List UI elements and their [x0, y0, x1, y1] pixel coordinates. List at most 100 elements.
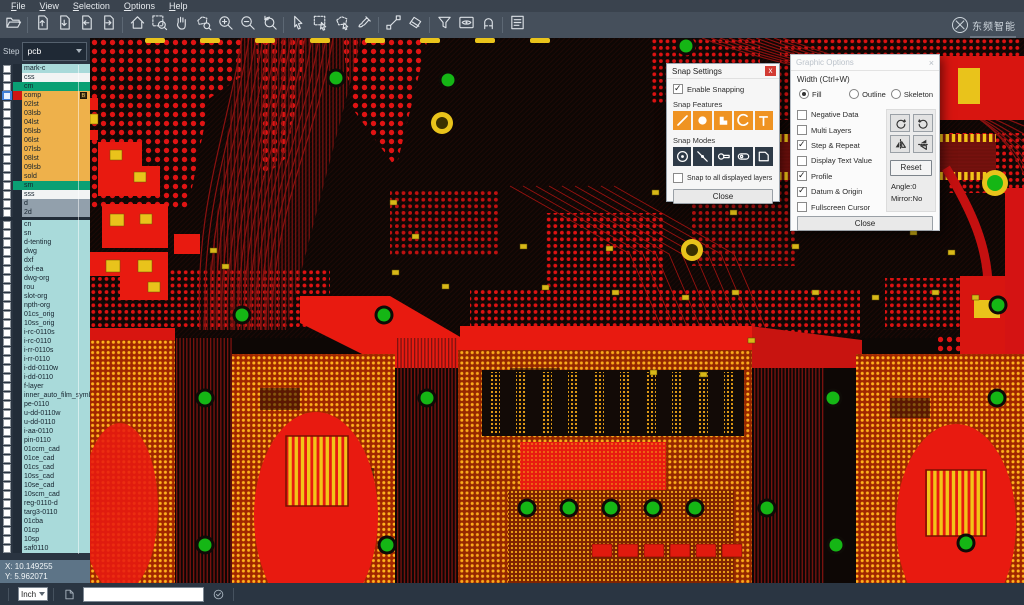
layer-row-i-rr-0110s[interactable]: i-rr-0110s: [0, 346, 90, 355]
option-step-repeat[interactable]: Step & Repeat: [797, 138, 885, 153]
snap-magnet-button[interactable]: [477, 14, 499, 36]
unit-select[interactable]: Inch: [18, 587, 48, 601]
layer-row-i-dd-0110w[interactable]: i-dd-0110w: [0, 364, 90, 373]
layer-row-08lst[interactable]: 08lst: [0, 154, 90, 163]
layer-color-swatch[interactable]: [13, 310, 22, 319]
measure-line-button[interactable]: [382, 14, 404, 36]
menu-selection[interactable]: Selection: [73, 0, 110, 12]
open-folder-button[interactable]: [2, 14, 24, 36]
radio-icon[interactable]: [849, 89, 859, 99]
layer-name[interactable]: i-dd-0110w: [22, 364, 90, 373]
layer-color-swatch[interactable]: [13, 208, 22, 217]
layer-color-swatch[interactable]: [13, 535, 22, 544]
layer-name[interactable]: 2d: [22, 208, 90, 217]
layer-color-swatch[interactable]: [13, 301, 22, 310]
layer-checkbox[interactable]: [3, 191, 11, 199]
zoom-in-button[interactable]: [214, 14, 236, 36]
layer-color-swatch[interactable]: [13, 355, 22, 364]
layer-row-10sp[interactable]: 10sp: [0, 535, 90, 544]
layer-checkbox[interactable]: [3, 239, 11, 247]
layer-color-swatch[interactable]: [13, 238, 22, 247]
doc-arrow-down-button[interactable]: [53, 14, 75, 36]
layer-checkbox[interactable]: [3, 155, 11, 163]
layer-row-sss[interactable]: sss: [0, 190, 90, 199]
brush-button[interactable]: [353, 14, 375, 36]
layer-name[interactable]: rou: [22, 283, 90, 292]
layer-name[interactable]: i-aa-0110: [22, 427, 90, 436]
layer-row-i-rc-0110[interactable]: i-rc-0110: [0, 337, 90, 346]
layer-row-u-dd-0110w[interactable]: u-dd-0110w: [0, 409, 90, 418]
layer-row-pe-0110[interactable]: pe-0110: [0, 400, 90, 409]
layer-row-04lst[interactable]: 04lst: [0, 118, 90, 127]
layer-checkbox[interactable]: [3, 74, 11, 82]
snap-corner-button[interactable]: [714, 111, 732, 130]
layer-row-sn[interactable]: sn: [0, 229, 90, 238]
layer-checkbox[interactable]: [3, 302, 11, 310]
option-negative-data[interactable]: Negative Data: [797, 107, 885, 122]
menu-file[interactable]: File: [11, 0, 26, 12]
layer-color-swatch[interactable]: [13, 454, 22, 463]
checkbox-icon[interactable]: [797, 171, 807, 181]
layer-row-cm[interactable]: cm: [0, 82, 90, 91]
layer-checkbox[interactable]: [3, 392, 11, 400]
checkbox-icon[interactable]: [797, 202, 807, 212]
layer-color-swatch[interactable]: [13, 154, 22, 163]
checkbox-checked-icon[interactable]: [673, 84, 683, 94]
layer-checkbox[interactable]: [3, 527, 11, 535]
layer-color-swatch[interactable]: [13, 436, 22, 445]
layer-color-swatch[interactable]: [13, 508, 22, 517]
layer-row-dxf[interactable]: dxf: [0, 256, 90, 265]
flip-horizontal-button[interactable]: [890, 135, 910, 153]
zoom-out-button[interactable]: [236, 14, 258, 36]
layer-color-swatch[interactable]: [13, 256, 22, 265]
layer-color-swatch[interactable]: [13, 82, 22, 91]
layer-checkbox[interactable]: [3, 365, 11, 373]
layer-color-swatch[interactable]: [13, 328, 22, 337]
layer-color-swatch[interactable]: [13, 517, 22, 526]
layer-row-dwg[interactable]: dwg: [0, 247, 90, 256]
layer-row-01cs_orig[interactable]: 01cs_orig: [0, 310, 90, 319]
layer-color-swatch[interactable]: [13, 364, 22, 373]
option-multi-layers[interactable]: Multi Layers: [797, 122, 885, 137]
graphic-close-button[interactable]: Close: [797, 216, 933, 231]
layer-checkbox[interactable]: [3, 338, 11, 346]
layer-checkbox[interactable]: [3, 266, 11, 274]
layer-checkbox[interactable]: [3, 329, 11, 337]
menu-help[interactable]: Help: [169, 0, 188, 12]
option-datum-origin[interactable]: Datum & Origin: [797, 184, 885, 199]
layer-checkbox[interactable]: [3, 500, 11, 508]
layer-name[interactable]: i-rc-0110: [22, 337, 90, 346]
select-rect-button[interactable]: [309, 14, 331, 36]
layer-row-06lst[interactable]: 06lst: [0, 136, 90, 145]
layer-row-i-rr-0110[interactable]: i-rr-0110: [0, 355, 90, 364]
layer-checkbox[interactable]: [3, 230, 11, 238]
layer-checkbox[interactable]: [3, 284, 11, 292]
layer-color-swatch[interactable]: [13, 346, 22, 355]
layer-color-swatch[interactable]: [13, 292, 22, 301]
layer-row-10se_cad[interactable]: 10se_cad: [0, 481, 90, 490]
layer-row-01ccm_cad[interactable]: 01ccm_cad: [0, 445, 90, 454]
menu-view[interactable]: View: [40, 0, 59, 12]
layer-checkbox[interactable]: [3, 455, 11, 463]
layer-color-swatch[interactable]: [13, 109, 22, 118]
layer-name[interactable]: slot-org: [22, 292, 90, 301]
layer-color-swatch[interactable]: [13, 427, 22, 436]
layer-row-saf0110[interactable]: saf0110: [0, 544, 90, 553]
layer-name[interactable]: 01ce_cad: [22, 454, 90, 463]
layer-row-10scm_cad[interactable]: 10scm_cad: [0, 490, 90, 499]
layer-name[interactable]: sold: [22, 172, 90, 181]
layer-row-sm[interactable]: sm: [0, 181, 90, 190]
snap-close-button[interactable]: Close: [673, 189, 773, 204]
layer-row-10ss_cad[interactable]: 10ss_cad: [0, 472, 90, 481]
layer-name[interactable]: sm: [22, 181, 90, 190]
command-input[interactable]: [83, 587, 204, 602]
layer-checkbox[interactable]: [3, 65, 11, 73]
layer-row-slot-org[interactable]: slot-org: [0, 292, 90, 301]
layer-checkbox[interactable]: [3, 428, 11, 436]
eye-visibility-button[interactable]: [455, 14, 477, 36]
layer-row-01cs_cad[interactable]: 01cs_cad: [0, 463, 90, 472]
layer-row-pin-0110[interactable]: pin-0110: [0, 436, 90, 445]
layer-color-swatch[interactable]: [13, 64, 22, 73]
layer-name[interactable]: u-dd-0110w: [22, 409, 90, 418]
layer-color-swatch[interactable]: [13, 490, 22, 499]
